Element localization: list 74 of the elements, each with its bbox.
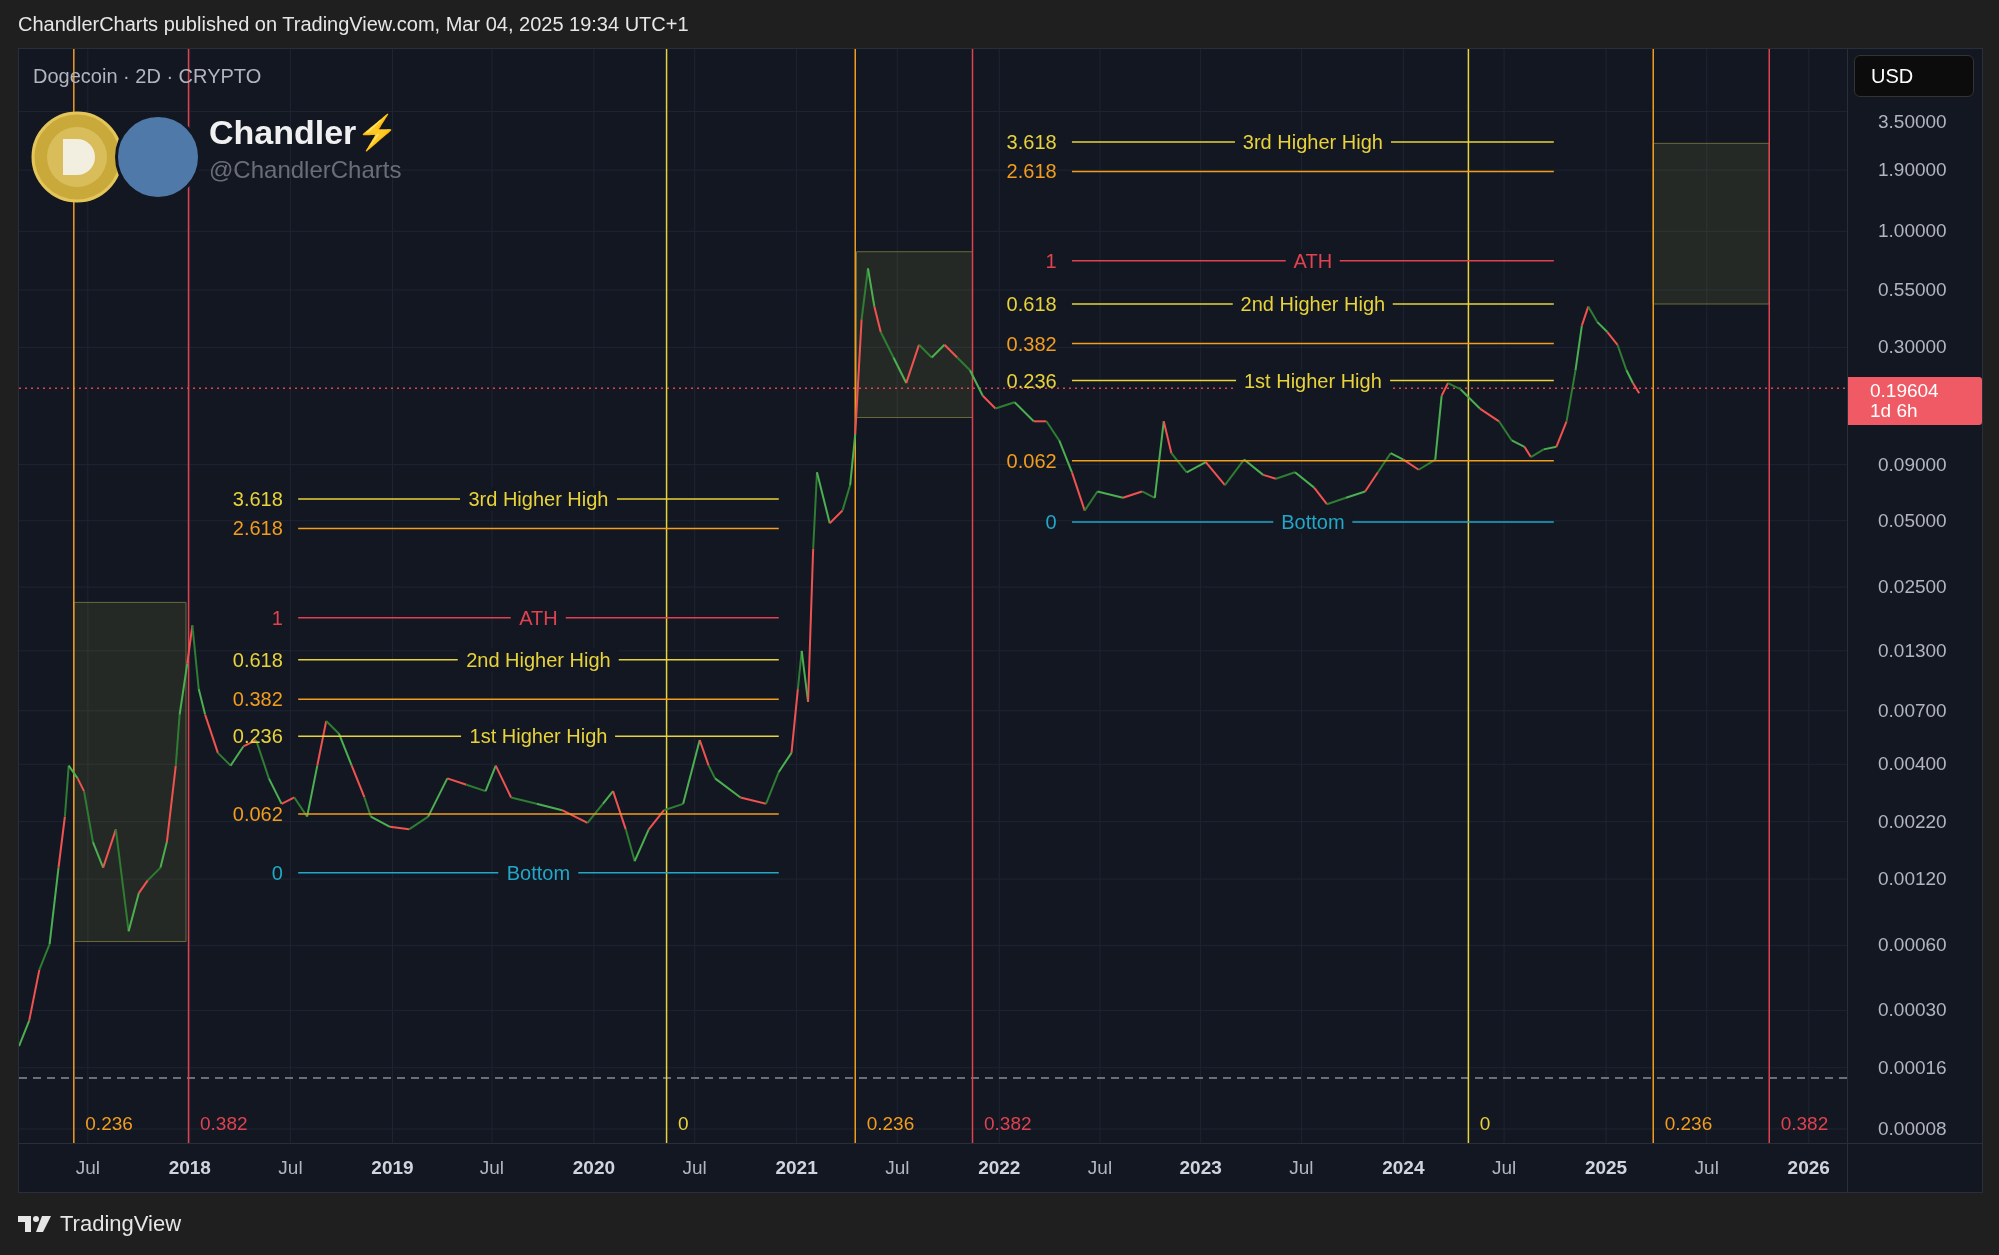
logo-icon[interactable] <box>18 1214 52 1234</box>
price-tick-label: 1.90000 <box>1878 159 1947 182</box>
time-tick-label: 2021 <box>775 1157 818 1179</box>
price-tick-label: 0.00060 <box>1878 934 1947 957</box>
time-tick-label: Jul <box>1491 1157 1517 1179</box>
current-price-label: 0.19604 1d 6h <box>1848 376 1982 425</box>
fib-level-value: 0.236 <box>232 724 283 748</box>
time-tick-label: 2018 <box>168 1157 211 1179</box>
fib-level-value: 0 <box>1045 510 1057 534</box>
time-tick-label: Jul <box>1087 1157 1113 1179</box>
fib-level-value: 1 <box>1045 249 1057 273</box>
fib-level-label: 1st Higher High <box>1235 369 1390 392</box>
time-tick-label: Jul <box>1289 1157 1314 1179</box>
fib-level-value: 3.618 <box>232 487 283 511</box>
time-tick-label: Jul <box>682 1157 707 1179</box>
fib-level-value: 0.382 <box>1006 332 1057 356</box>
time-tick-label: 2024 <box>1382 1157 1425 1179</box>
price-tick-label: 1.00000 <box>1878 220 1947 243</box>
price-tick-label: 0.00030 <box>1878 999 1947 1022</box>
fib-level-label: ATH <box>1285 249 1341 273</box>
time-tick-label: 2026 <box>1787 1157 1830 1179</box>
fib-level-value: 0.618 <box>1006 292 1057 316</box>
price-tick-label: 0.00008 <box>1878 1117 1947 1140</box>
fib-level-value: 0 <box>271 861 283 885</box>
price-tick-label: 0.30000 <box>1878 336 1947 359</box>
fib-level-value: 0.618 <box>232 648 283 672</box>
price-tick-label: 0.09000 <box>1878 453 1947 476</box>
fib-level-value: 0.062 <box>1006 449 1057 473</box>
fib-level-value: 0.062 <box>232 802 283 826</box>
time-tick-label: Jul <box>885 1157 910 1179</box>
author-name: Chandler⚡ <box>209 112 400 152</box>
price-tick-label: 3.50000 <box>1878 110 1947 133</box>
fib-level-value: 2.618 <box>232 516 283 540</box>
fib-level-label: 3rd Higher High <box>460 487 617 511</box>
cycle-label: 0.236 <box>866 1112 915 1135</box>
time-tick-label: 2019 <box>371 1157 414 1179</box>
time-tick-label: Jul <box>479 1157 505 1179</box>
time-tick-label: Jul <box>75 1157 100 1179</box>
fib-level-label: 1st Higher High <box>461 724 616 748</box>
price-tick-label: 0.00016 <box>1878 1056 1947 1079</box>
fib-level-value: 0.382 <box>232 687 283 711</box>
price-tick-label: 0.01300 <box>1878 639 1947 662</box>
time-tick-label: Jul <box>1694 1157 1719 1179</box>
price-tick-label: 0.55000 <box>1878 279 1947 301</box>
cycle-label: 0.382 <box>1780 1112 1829 1135</box>
fib-level-value: 3.618 <box>1006 130 1057 154</box>
cycle-label: 0.382 <box>984 1112 1032 1135</box>
time-tick-label: 2022 <box>978 1157 1021 1179</box>
fib-level-label: 2nd Higher High <box>458 648 619 672</box>
cycle-label: 0 <box>1479 1112 1491 1135</box>
price-tick-label: 0.00120 <box>1878 868 1947 891</box>
publish-info: ChandlerCharts published on TradingView.com, Mar 04, 2025 19:34 UTC+1 <box>18 12 689 36</box>
time-tick-label: Jul <box>278 1157 303 1179</box>
cycle-label: 0.236 <box>85 1112 133 1135</box>
price-tick-label: 0.00220 <box>1878 810 1947 833</box>
currency-button[interactable]: USD <box>1854 55 1974 97</box>
time-tick-label: 2020 <box>572 1157 616 1179</box>
cycle-label: 0 <box>678 1112 689 1135</box>
price-tick-label: 0.00400 <box>1878 753 1947 776</box>
cycle-label: 0.236 <box>1664 1112 1713 1135</box>
fib-level-value: 0.236 <box>1006 369 1057 392</box>
price-tick-label: 0.02500 <box>1878 576 1947 599</box>
fib-level-label: Bottom <box>1273 510 1353 534</box>
brand-name[interactable]: TradingView <box>60 1211 182 1237</box>
price-tick-label: 0.00700 <box>1878 699 1947 722</box>
author-handle: @ChandlerCharts <box>209 156 402 184</box>
fib-level-label: 2nd Higher High <box>1232 292 1394 316</box>
time-tick-label: 2023 <box>1179 1157 1222 1179</box>
fib-level-value: 2.618 <box>1006 159 1057 183</box>
fib-level-value: 1 <box>271 606 283 630</box>
price-tick-label: 0.05000 <box>1878 509 1947 532</box>
cycle-label: 0.382 <box>200 1112 248 1135</box>
fib-level-label: 3rd Higher High <box>1234 130 1391 154</box>
time-tick-label: 2025 <box>1584 1157 1628 1179</box>
